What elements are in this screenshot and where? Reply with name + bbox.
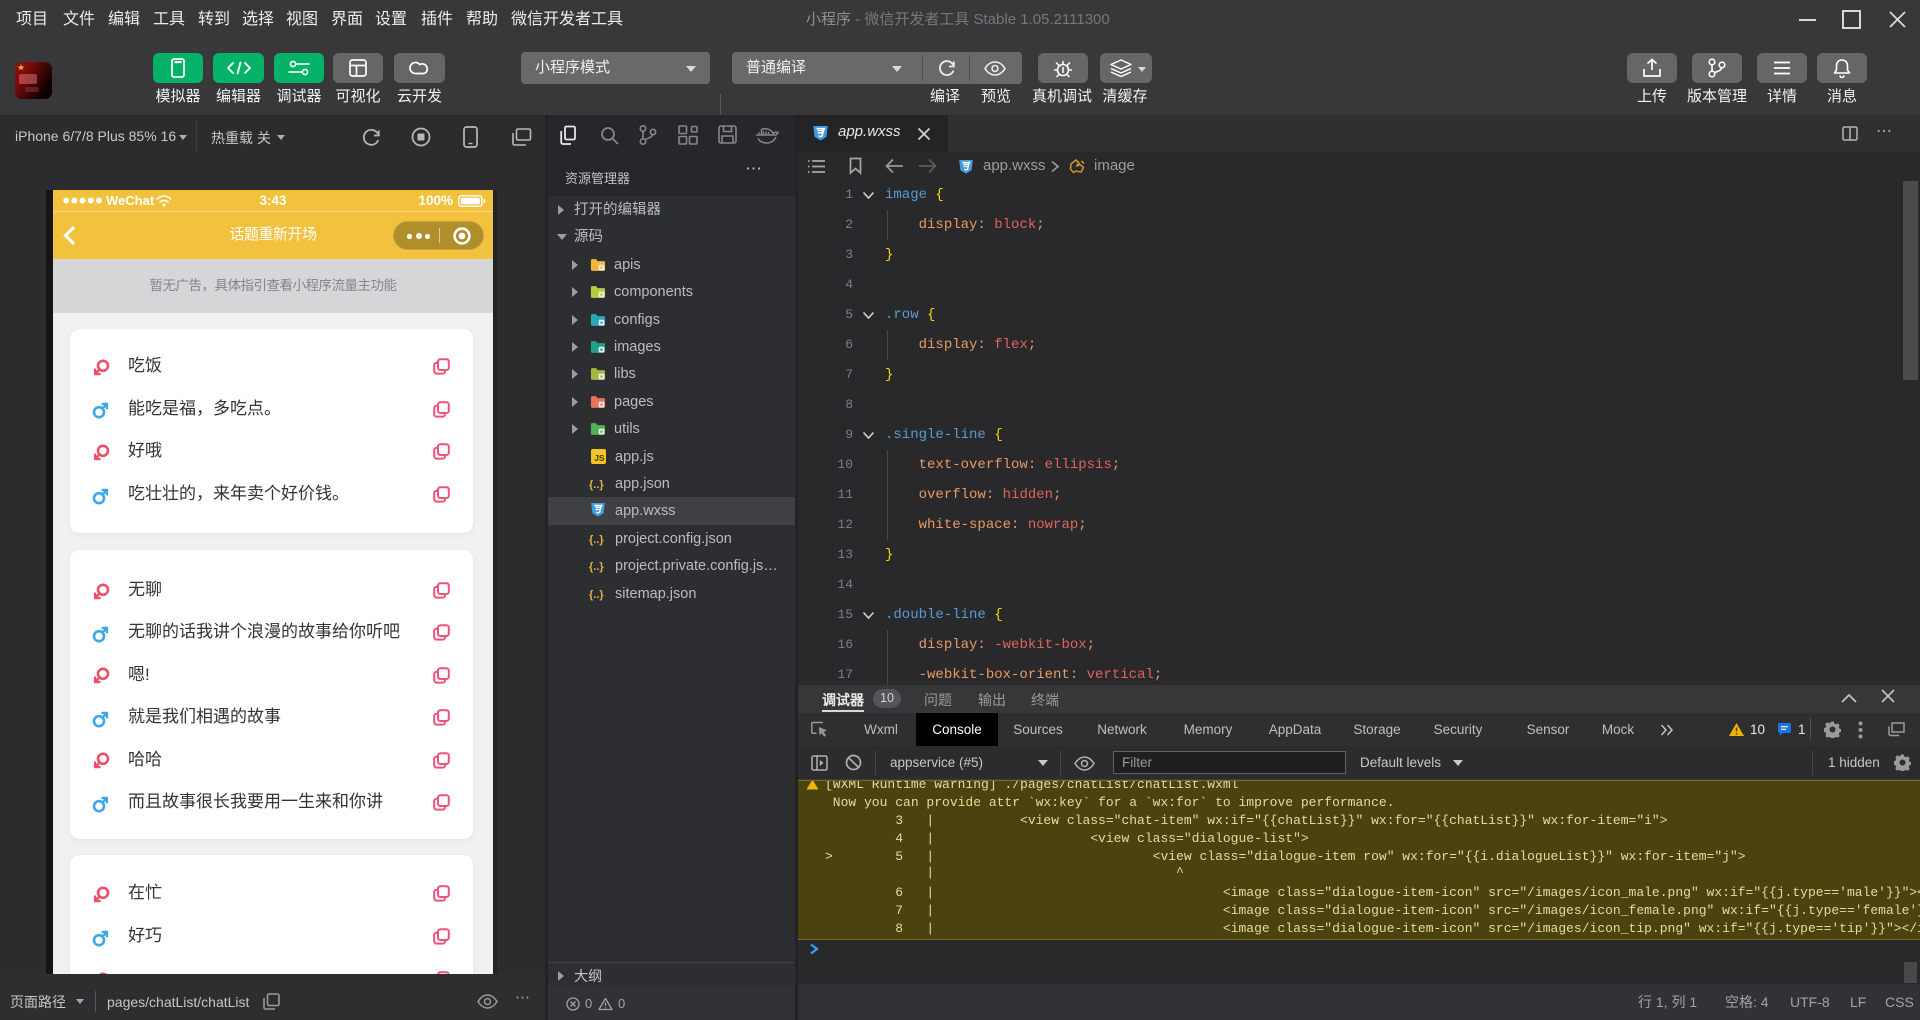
svg-text:JS: JS — [594, 453, 605, 463]
svg-text:{..}: {..} — [589, 589, 604, 601]
svg-text:{..}: {..} — [589, 534, 604, 546]
svg-text:{..}: {..} — [589, 561, 604, 573]
svg-text:{..}: {..} — [589, 479, 604, 491]
